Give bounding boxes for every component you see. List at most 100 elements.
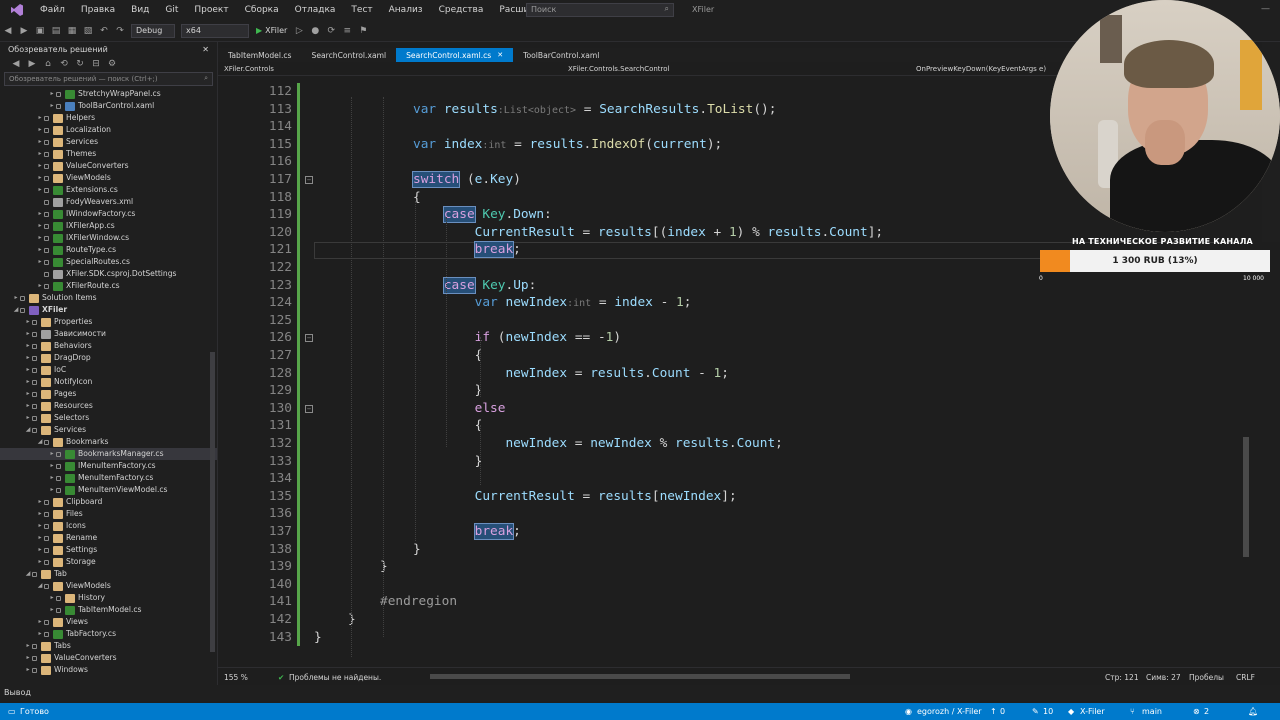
menu-item-6[interactable]: Отладка — [287, 5, 344, 15]
expand-chevron-icon[interactable]: ▸ — [24, 652, 32, 664]
code-line[interactable]: 143} — [218, 628, 1248, 647]
sync-icon[interactable]: ⟲ — [58, 58, 70, 70]
tree-item[interactable]: ▸ ValueConverters — [0, 652, 217, 664]
nav-class-dropdown[interactable]: XFiler.Controls.SearchControl — [568, 65, 670, 73]
tree-item[interactable]: ▸ Solution Items — [0, 292, 217, 304]
expand-chevron-icon[interactable]: ▸ — [24, 328, 32, 340]
code-line[interactable]: 133 } — [218, 452, 1248, 471]
expand-chevron-icon[interactable]: ▸ — [48, 604, 56, 616]
tree-item[interactable]: ▸ Storage — [0, 556, 217, 568]
expand-chevron-icon[interactable]: ▸ — [36, 220, 44, 232]
menu-item-0[interactable]: Файл — [32, 5, 73, 15]
expand-chevron-icon[interactable]: ◢ — [36, 436, 44, 448]
expand-chevron-icon[interactable]: ▸ — [36, 184, 44, 196]
tree-item[interactable]: FodyWeavers.xml — [0, 196, 217, 208]
forward-icon[interactable]: ▶ — [26, 58, 38, 70]
expand-chevron-icon[interactable]: ▸ — [48, 592, 56, 604]
tree-item[interactable]: ▸ Themes — [0, 148, 217, 160]
tree-item[interactable]: ▸ IoC — [0, 364, 217, 376]
line-ending[interactable]: CRLF — [1236, 673, 1255, 682]
back-icon[interactable]: ◀ — [10, 58, 22, 70]
expand-chevron-icon[interactable]: ◢ — [24, 424, 32, 436]
expand-chevron-icon[interactable]: ▸ — [36, 160, 44, 172]
close-icon[interactable]: ✕ — [202, 45, 209, 54]
tree-item[interactable]: ▸ SpecialRoutes.cs — [0, 256, 217, 268]
tree-item[interactable]: ▸ Extensions.cs — [0, 184, 217, 196]
tree-item[interactable]: ▸ Behaviors — [0, 340, 217, 352]
tree-item[interactable]: ▸ Localization — [0, 124, 217, 136]
expand-chevron-icon[interactable]: ◢ — [24, 568, 32, 580]
menu-item-4[interactable]: Проект — [186, 5, 236, 15]
expand-chevron-icon[interactable]: ▸ — [24, 640, 32, 652]
tree-item[interactable]: ▸ ViewModels — [0, 172, 217, 184]
menu-item-9[interactable]: Средства — [431, 5, 492, 15]
breakpoint-icon[interactable]: ● — [309, 25, 321, 37]
tree-item[interactable]: ▸ TabItemModel.cs — [0, 604, 217, 616]
tree-item[interactable]: ◢ XFiler — [0, 304, 217, 316]
tree-item[interactable]: ▸ NotifyIcon — [0, 376, 217, 388]
tree-item[interactable]: ▸ DragDrop — [0, 352, 217, 364]
expand-chevron-icon[interactable]: ▸ — [36, 616, 44, 628]
code-line[interactable]: 124 var newIndex:int = index - 1; — [218, 294, 1248, 312]
expand-chevron-icon[interactable]: ◢ — [36, 580, 44, 592]
expand-chevron-icon[interactable]: ▸ — [24, 340, 32, 352]
expand-chevron-icon[interactable]: ▸ — [36, 280, 44, 292]
expand-chevron-icon[interactable]: ▸ — [36, 112, 44, 124]
tree-item[interactable]: ▸ History — [0, 592, 217, 604]
editor-tab[interactable]: TabItemModel.cs — [218, 48, 302, 62]
code-line[interactable]: 129 } — [218, 382, 1248, 400]
expand-chevron-icon[interactable]: ▸ — [36, 136, 44, 148]
solution-scrollbar[interactable] — [210, 352, 215, 652]
tree-item[interactable]: ◢ ViewModels — [0, 580, 217, 592]
tree-item[interactable]: ▸ ToolBarControl.xaml — [0, 100, 217, 112]
notifications-icon[interactable]: 🔔︎ — [1248, 707, 1258, 716]
expand-chevron-icon[interactable]: ▸ — [24, 664, 32, 676]
expand-chevron-icon[interactable]: ▸ — [36, 124, 44, 136]
new-project-icon[interactable]: ▣ — [34, 25, 46, 37]
open-icon[interactable]: ▤ — [50, 25, 62, 37]
tree-item[interactable]: ▸ IXFilerApp.cs — [0, 220, 217, 232]
menu-item-5[interactable]: Сборка — [237, 5, 287, 15]
expand-chevron-icon[interactable]: ▸ — [24, 352, 32, 364]
expand-chevron-icon[interactable]: ▸ — [36, 244, 44, 256]
menu-item-2[interactable]: Вид — [123, 5, 157, 15]
code-line[interactable]: 136 — [218, 505, 1248, 523]
expand-chevron-icon[interactable]: ▸ — [36, 520, 44, 532]
code-line[interactable]: 137 break; — [218, 523, 1248, 541]
code-line[interactable]: 139} — [218, 558, 1248, 576]
expand-chevron-icon[interactable]: ◢ — [12, 304, 20, 316]
changes-count[interactable]: 10 — [1043, 707, 1053, 716]
code-line[interactable]: 135 CurrentResult = results[newIndex]; — [218, 487, 1248, 506]
expand-chevron-icon[interactable]: ▸ — [24, 412, 32, 424]
code-line[interactable]: 127 { — [218, 347, 1248, 365]
code-line[interactable]: 126 if (newIndex == -1) − — [218, 329, 1248, 347]
expand-chevron-icon[interactable]: ▸ — [48, 88, 56, 100]
menu-item-1[interactable]: Правка — [73, 5, 123, 15]
expand-chevron-icon[interactable]: ▸ — [36, 532, 44, 544]
tree-item[interactable]: ◢ Tab — [0, 568, 217, 580]
expand-chevron-icon[interactable]: ▸ — [36, 556, 44, 568]
tree-item[interactable]: ▸ MenuItemFactory.cs — [0, 472, 217, 484]
problems-status[interactable]: Проблемы не найдены. — [289, 673, 381, 682]
tree-item[interactable]: ▸ Services — [0, 136, 217, 148]
save-icon[interactable]: ▦ — [66, 25, 78, 37]
code-line[interactable]: 123 case Key.Up: — [218, 276, 1248, 295]
expand-chevron-icon[interactable]: ▸ — [36, 256, 44, 268]
nav-project-dropdown[interactable]: XFiler.Controls — [224, 65, 274, 73]
expand-chevron-icon[interactable]: ▸ — [36, 148, 44, 160]
solution-search-input[interactable]: Обозреватель решений — поиск (Ctrl+;) ⌕ — [4, 72, 213, 86]
collapse-all-icon[interactable]: ⊟ — [90, 58, 102, 70]
code-line[interactable]: 134 — [218, 470, 1248, 488]
tree-item[interactable]: ◢ Bookmarks — [0, 436, 217, 448]
menu-item-8[interactable]: Анализ — [381, 5, 431, 15]
expand-chevron-icon[interactable]: ▸ — [36, 628, 44, 640]
expand-chevron-icon[interactable]: ▸ — [36, 172, 44, 184]
tree-item[interactable]: ▸ RouteType.cs — [0, 244, 217, 256]
tree-item[interactable]: ▸ Windows — [0, 664, 217, 676]
forward-icon[interactable]: ▶ — [18, 25, 30, 37]
tree-item[interactable]: ▸ BookmarksManager.cs — [0, 448, 217, 460]
expand-chevron-icon[interactable]: ▸ — [48, 484, 56, 496]
code-line[interactable]: 140 — [218, 575, 1248, 594]
code-line[interactable]: 132 newIndex = newIndex % results.Count; — [218, 435, 1248, 453]
tree-item[interactable]: ▸ Settings — [0, 544, 217, 556]
